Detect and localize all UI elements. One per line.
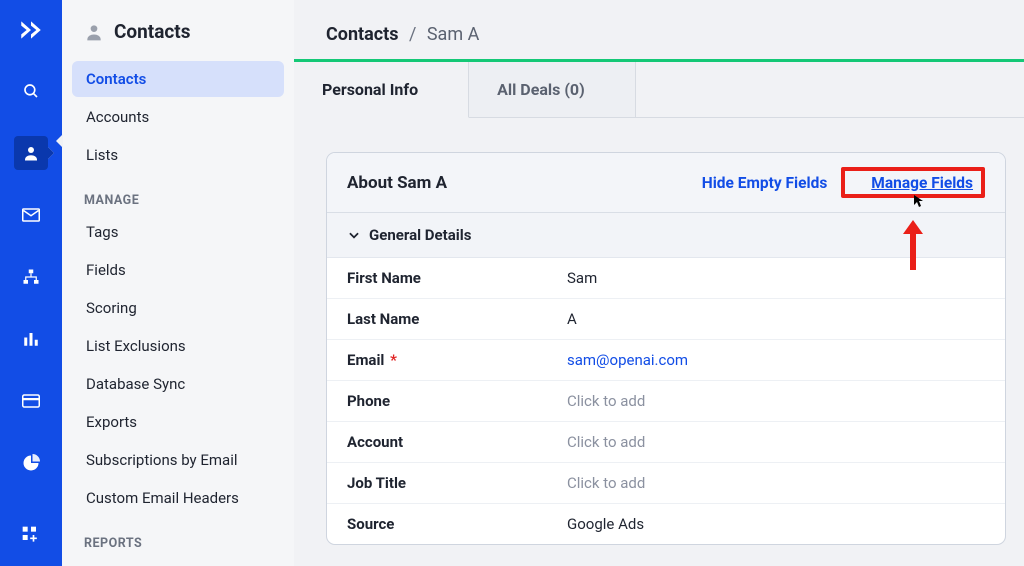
sidebar-item-tags[interactable]: Tags bbox=[72, 214, 284, 250]
sidebar-title: Contacts bbox=[114, 20, 191, 43]
sidebar-item-subscriptions-by-email[interactable]: Subscriptions by Email bbox=[72, 442, 284, 478]
field-row: Last NameA bbox=[327, 299, 1005, 340]
annotation-arrow-icon bbox=[901, 220, 925, 270]
sidebar-item-scoring[interactable]: Scoring bbox=[72, 290, 284, 326]
person-icon bbox=[84, 22, 104, 42]
field-value[interactable]: sam@openai.com bbox=[567, 351, 688, 369]
rail-mail-icon[interactable] bbox=[14, 198, 48, 232]
sidebar: Contacts ContactsAccountsLists MANAGETag… bbox=[62, 0, 294, 566]
about-panel: About Sam A Hide Empty Fields Manage Fie… bbox=[326, 152, 1006, 545]
field-label: First Name bbox=[347, 269, 567, 287]
panel-header: About Sam A Hide Empty Fields Manage Fie… bbox=[327, 153, 1005, 213]
sidebar-group-label: MANAGE bbox=[62, 175, 294, 214]
field-label: Job Title bbox=[347, 474, 567, 492]
sidebar-item-exports[interactable]: Exports bbox=[72, 404, 284, 440]
rail-bars-icon[interactable] bbox=[14, 322, 48, 356]
field-row: PhoneClick to add bbox=[327, 381, 1005, 422]
rail-add-icon[interactable] bbox=[14, 518, 48, 552]
sidebar-item-accounts[interactable]: Accounts bbox=[72, 99, 284, 135]
cursor-icon bbox=[913, 194, 925, 208]
field-row: AccountClick to add bbox=[327, 422, 1005, 463]
rail-card-icon[interactable] bbox=[14, 384, 48, 418]
hide-empty-fields-link[interactable]: Hide Empty Fields bbox=[702, 174, 828, 192]
field-label: Email * bbox=[347, 351, 567, 369]
breadcrumb: Contacts / Sam A bbox=[294, 0, 1024, 59]
field-label: Source bbox=[347, 515, 567, 533]
sidebar-item-fields[interactable]: Fields bbox=[72, 252, 284, 288]
rail-pie-icon[interactable] bbox=[14, 446, 48, 480]
sidebar-item-contacts[interactable]: Contacts bbox=[72, 61, 284, 97]
sidebar-item-database-sync[interactable]: Database Sync bbox=[72, 366, 284, 402]
sidebar-group-label: REPORTS bbox=[62, 518, 294, 557]
field-value[interactable]: Click to add bbox=[567, 392, 645, 410]
breadcrumb-leaf: Sam A bbox=[427, 24, 479, 45]
field-row: SourceGoogle Ads bbox=[327, 504, 1005, 544]
field-row: Email *sam@openai.com bbox=[327, 340, 1005, 381]
field-row: Job TitleClick to add bbox=[327, 463, 1005, 504]
sidebar-header: Contacts bbox=[62, 20, 294, 61]
tab-row: Personal InfoAll Deals (0) bbox=[294, 59, 1024, 118]
panel-title: About Sam A bbox=[347, 173, 447, 193]
field-value[interactable]: Click to add bbox=[567, 433, 645, 451]
field-value[interactable]: Google Ads bbox=[567, 515, 644, 533]
breadcrumb-root[interactable]: Contacts bbox=[326, 24, 398, 45]
field-value[interactable]: Click to add bbox=[567, 474, 645, 492]
sidebar-item-list-exclusions[interactable]: List Exclusions bbox=[72, 328, 284, 364]
app-logo-icon bbox=[15, 14, 47, 46]
field-label: Phone bbox=[347, 392, 567, 410]
field-label: Last Name bbox=[347, 310, 567, 328]
section-title: General Details bbox=[369, 226, 471, 244]
tab-all-deals-0-[interactable]: All Deals (0) bbox=[469, 62, 636, 118]
manage-fields-link[interactable]: Manage Fields bbox=[871, 174, 973, 192]
rail-search-icon[interactable] bbox=[14, 74, 48, 108]
sidebar-item-lists[interactable]: Lists bbox=[72, 137, 284, 173]
breadcrumb-sep: / bbox=[403, 24, 422, 45]
tab-personal-info[interactable]: Personal Info bbox=[294, 62, 469, 118]
rail-contacts-icon[interactable] bbox=[14, 136, 48, 170]
main: Contacts / Sam A Personal InfoAll Deals … bbox=[294, 0, 1024, 566]
manage-fields-highlight: Manage Fields bbox=[841, 167, 985, 198]
field-value[interactable]: A bbox=[567, 310, 577, 328]
chevron-down-icon bbox=[347, 228, 361, 242]
field-label: Account bbox=[347, 433, 567, 451]
rail-sitemap-icon[interactable] bbox=[14, 260, 48, 294]
app-rail bbox=[0, 0, 62, 566]
field-value[interactable]: Sam bbox=[567, 269, 597, 287]
sidebar-item-custom-email-headers[interactable]: Custom Email Headers bbox=[72, 480, 284, 516]
